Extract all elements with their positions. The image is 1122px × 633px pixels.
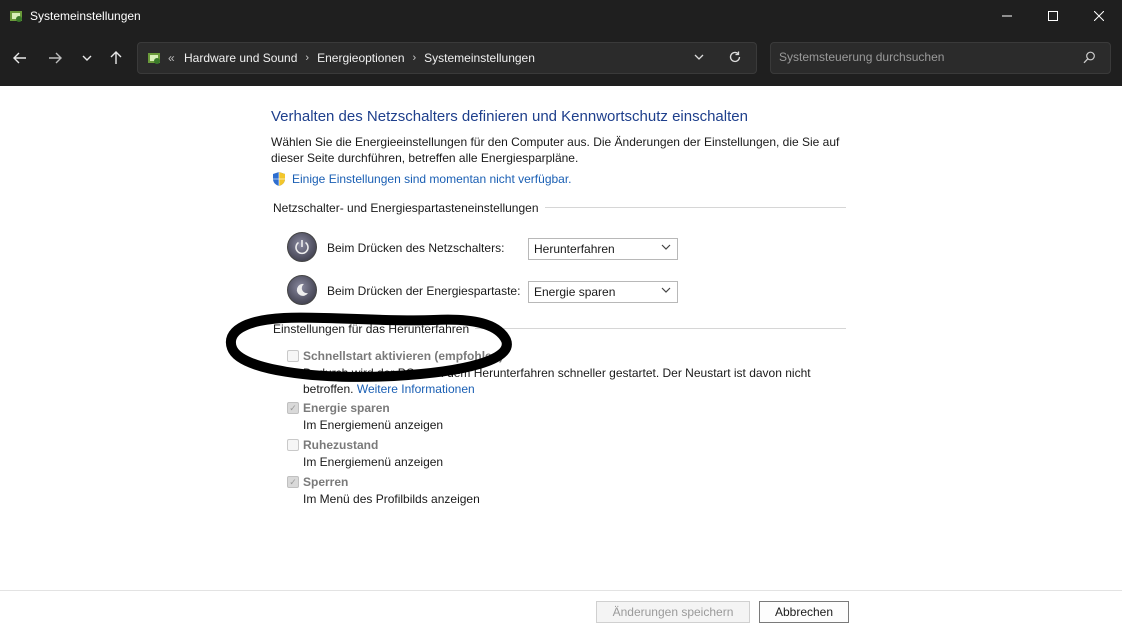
maximize-icon [1048, 11, 1058, 21]
search-box[interactable] [770, 42, 1111, 74]
sleep-icon [287, 275, 317, 305]
arrow-left-icon [13, 52, 26, 64]
title-bar: Systemeinstellungen [0, 0, 1122, 32]
chevron-down-icon [82, 55, 92, 61]
forward-button[interactable] [43, 46, 67, 70]
back-button[interactable] [8, 46, 32, 70]
hibernate-checkbox[interactable] [287, 439, 299, 451]
up-button[interactable] [104, 46, 128, 70]
minimize-button[interactable] [984, 0, 1030, 32]
window-title: Systemeinstellungen [30, 9, 141, 23]
arrow-right-icon [49, 52, 62, 64]
lock-option: ✓ Sperren Im Menü des Profilbilds anzeig… [287, 474, 480, 507]
sleep-button-label: Beim Drücken der Energiespartaste: [327, 284, 521, 298]
close-icon [1094, 11, 1104, 21]
sleep-option-description: Im Energiemenü anzeigen [303, 418, 444, 432]
shutdown-section-title: Einstellungen für das Herunterfahren [273, 322, 476, 336]
unavailable-settings-link[interactable]: Einige Einstellungen sind momentan nicht… [271, 171, 572, 187]
recent-locations-button[interactable] [75, 46, 99, 70]
sleep-option-title: Energie sparen [303, 401, 390, 415]
lock-checkbox[interactable]: ✓ [287, 476, 299, 488]
sleep-button-row [287, 275, 317, 305]
chevron-right-icon[interactable]: › [413, 52, 417, 64]
navigation-bar: « Hardware und Sound › Energieoptionen ›… [0, 32, 1122, 86]
fast-startup-description-text: Dadurch wird der PC nach dem Herunterfah… [303, 366, 811, 380]
control-panel-icon [148, 53, 160, 64]
close-button[interactable] [1076, 0, 1122, 32]
double-chevron-left-icon[interactable]: « [168, 51, 175, 65]
chevron-right-icon[interactable]: › [305, 52, 309, 64]
save-changes-button[interactable]: Änderungen speichern [596, 601, 750, 623]
power-button-select-value: Herunterfahren [534, 242, 615, 256]
chevron-down-icon [694, 54, 704, 60]
lock-option-title: Sperren [303, 475, 349, 489]
power-button-row [287, 232, 317, 262]
more-info-link[interactable]: Weitere Informationen [357, 382, 475, 396]
fast-startup-checkbox[interactable] [287, 350, 299, 362]
power-section-title: Netzschalter- und Energiespartasteneinst… [273, 201, 545, 215]
control-panel-icon [10, 11, 22, 22]
refresh-icon [729, 51, 741, 63]
fast-startup-description: Dadurch wird der PC nach dem Herunterfah… [303, 365, 811, 397]
sleep-option: ✓ Energie sparen Im Energiemenü anzeigen [287, 400, 443, 433]
chevron-down-icon [661, 286, 671, 297]
breadcrumb: Hardware und Sound › Energieoptionen › S… [184, 51, 535, 65]
lock-option-description: Im Menü des Profilbilds anzeigen [303, 492, 480, 506]
refresh-button[interactable] [728, 50, 742, 67]
arrow-up-icon [110, 51, 122, 64]
footer-bar: Änderungen speichern Abbrechen [0, 590, 1122, 633]
power-button-label: Beim Drücken des Netzschalters: [327, 241, 505, 255]
power-icon [287, 232, 317, 262]
minimize-icon [1002, 15, 1012, 17]
sleep-button-select-value: Energie sparen [534, 285, 616, 299]
sleep-button-select[interactable]: Energie sparen [528, 281, 678, 303]
search-input[interactable] [779, 50, 1069, 64]
maximize-button[interactable] [1030, 0, 1076, 32]
hibernate-option-title: Ruhezustand [303, 438, 379, 452]
page-description: Wählen Sie die Energieeinstellungen für … [271, 135, 840, 165]
hibernate-option: Ruhezustand Im Energiemenü anzeigen [287, 437, 443, 470]
fast-startup-option: Schnellstart aktivieren (empfohlen) Dadu… [287, 348, 811, 397]
shield-icon [273, 172, 285, 186]
unavailable-settings-link-text[interactable]: Einige Einstellungen sind momentan nicht… [292, 172, 572, 186]
hibernate-option-description: Im Energiemenü anzeigen [303, 455, 444, 469]
content-area: Verhalten des Netzschalters definieren u… [0, 86, 1122, 590]
chevron-down-icon [661, 243, 671, 254]
fast-startup-title: Schnellstart aktivieren (empfohlen) [303, 349, 504, 363]
address-bar[interactable]: « Hardware und Sound › Energieoptionen ›… [137, 42, 757, 74]
sleep-checkbox[interactable]: ✓ [287, 402, 299, 414]
breadcrumb-systemeinstellungen[interactable]: Systemeinstellungen [424, 51, 535, 65]
cancel-button[interactable]: Abbrechen [759, 601, 849, 623]
page-title: Verhalten des Netzschalters definieren u… [271, 108, 748, 125]
breadcrumb-energieoptionen[interactable]: Energieoptionen [317, 51, 404, 65]
power-button-select[interactable]: Herunterfahren [528, 238, 678, 260]
search-icon[interactable] [1083, 51, 1096, 67]
breadcrumb-hardware-und-sound[interactable]: Hardware und Sound [184, 51, 297, 65]
address-dropdown-button[interactable] [694, 51, 704, 65]
fast-startup-description-text-2: betroffen. [303, 382, 354, 396]
